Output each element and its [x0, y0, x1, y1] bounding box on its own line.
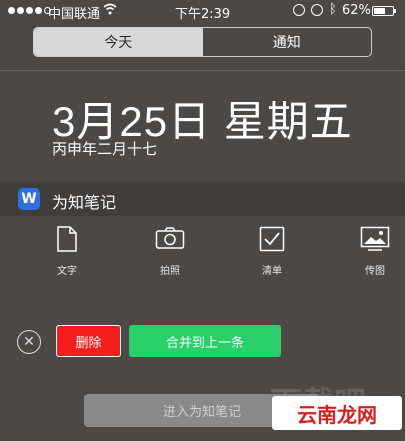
image-icon	[360, 226, 390, 251]
action-image-label: 传图	[365, 266, 385, 277]
battery-cap	[394, 9, 396, 13]
close-icon[interactable]: ✕	[17, 330, 41, 354]
action-camera-label: 拍照	[160, 266, 180, 277]
action-text-label: 文字	[57, 266, 77, 277]
delete-button[interactable]: 删除	[56, 325, 121, 357]
document-icon	[57, 226, 77, 252]
action-camera-button[interactable]: 拍照	[140, 226, 200, 277]
clock-time: 下午2:39	[175, 7, 231, 22]
status-bar: 中国联通 下午2:39 ᛒ 62%	[0, 0, 405, 22]
widget-title: 为知笔记	[52, 193, 117, 212]
wiz-note-app-icon: W	[18, 188, 40, 210]
battery-percent: 62%	[342, 3, 371, 18]
watermark-logo: 云南龙网	[272, 396, 402, 430]
tab-notifications[interactable]: 通知	[203, 28, 372, 56]
action-checklist-button[interactable]: 清单	[242, 226, 302, 277]
signal-strength-icon	[8, 7, 51, 14]
divider	[0, 70, 405, 71]
lunar-date: 丙申年二月十七	[52, 140, 158, 158]
carrier-name: 中国联通	[48, 7, 101, 22]
today-notification-switcher: 今天 通知	[33, 27, 372, 57]
camera-icon	[155, 227, 185, 249]
tab-today[interactable]: 今天	[34, 28, 203, 56]
action-text-button[interactable]: 文字	[37, 226, 97, 277]
action-image-button[interactable]: 传图	[345, 226, 405, 277]
rotation-lock-icon	[293, 4, 305, 16]
battery-icon	[372, 6, 394, 16]
battery-fill	[374, 8, 385, 14]
wifi-icon	[103, 3, 117, 15]
action-checklist-label: 清单	[262, 266, 282, 277]
merge-previous-button[interactable]: 合并到上一条	[129, 325, 281, 357]
alarm-icon	[311, 4, 323, 16]
checkbox-icon	[259, 226, 285, 252]
bluetooth-icon: ᛒ	[329, 2, 337, 17]
